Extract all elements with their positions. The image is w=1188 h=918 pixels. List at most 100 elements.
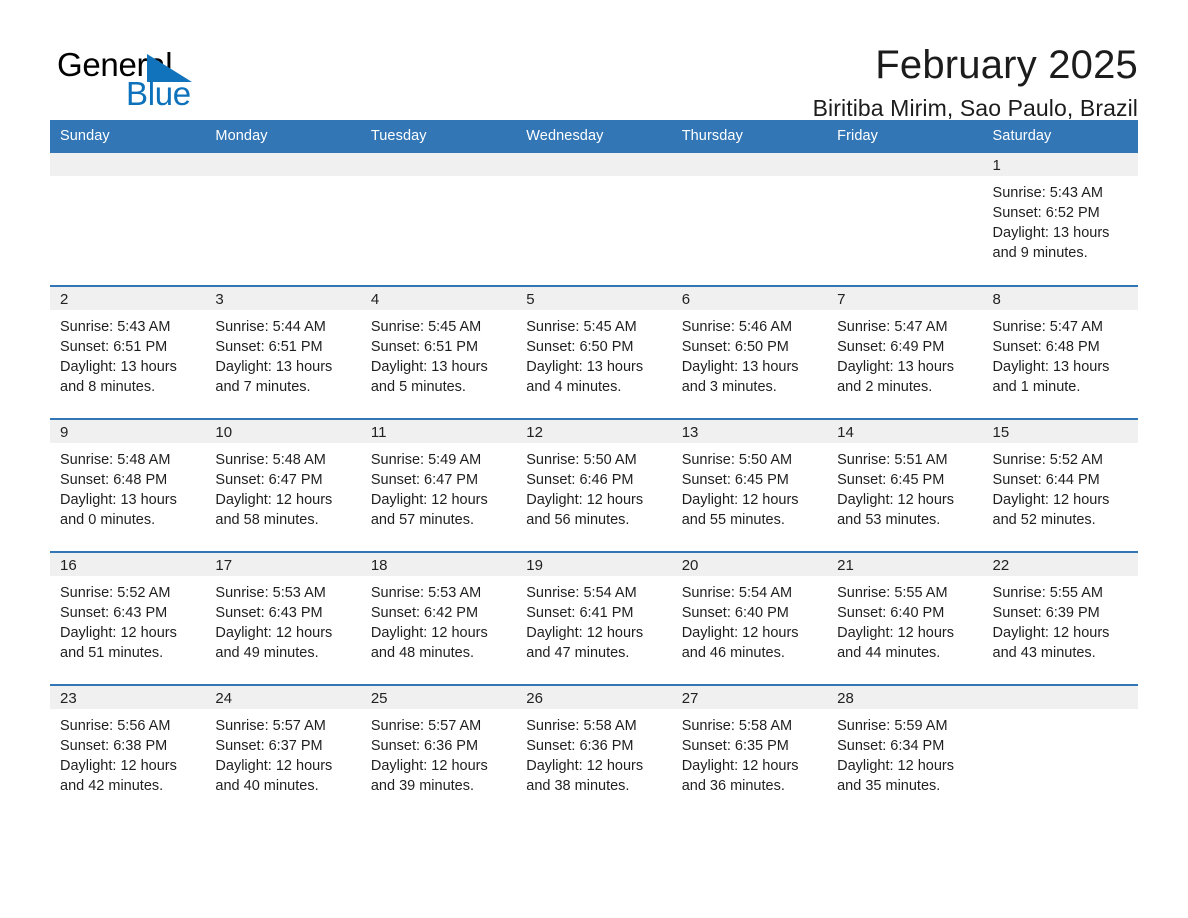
sunrise-text: Sunrise: 5:49 AM xyxy=(370,452,482,468)
day-details: Sunrise: 5:50 AM Sunset: 6:45 PM Daylight:… xyxy=(672,443,827,530)
sunrise-text: Sunrise: 5:52 AM xyxy=(992,452,1103,468)
daylight-text: Daylight: 12 hours and 56 minutes. xyxy=(526,492,644,528)
calendar-day-cell[interactable]: 14 Sunrise: 5:51 AM Sunset: 6:45 PM Dayligh… xyxy=(827,418,983,552)
calendar-day-cell[interactable]: 28 Sunrise: 5:59 AM Sunset: 6:34 PM Dayligh… xyxy=(827,684,983,818)
calendar-day-cell[interactable]: 24 Sunrise: 5:57 AM Sunset: 6:37 PM Dayligh… xyxy=(205,684,361,818)
calendar-day-cell-empty xyxy=(205,153,361,286)
calendar-day-cell[interactable]: 8 Sunrise: 5:47 AM Sunset: 6:48 PM Daylight… xyxy=(982,285,1138,419)
calendar-day-cell-empty xyxy=(516,153,672,286)
sunset-text: Sunset: 6:39 PM xyxy=(992,605,1100,621)
day-number xyxy=(671,153,828,176)
calendar-day-cell[interactable]: 4 Sunrise: 5:45 AM Sunset: 6:51 PM Daylight… xyxy=(360,285,517,419)
calendar-day-cell[interactable]: 1 Sunrise: 5:43 AM Sunset: 6:52 PM Daylight… xyxy=(982,153,1138,286)
calendar-day-cell[interactable]: 5 Sunrise: 5:45 AM Sunset: 6:50 PM Daylight… xyxy=(516,285,672,419)
calendar-day-cell[interactable]: 21 Sunrise: 5:55 AM Sunset: 6:40 PM Dayligh… xyxy=(827,551,983,685)
sunrise-text: Sunrise: 5:43 AM xyxy=(992,185,1103,201)
day-number: 7 xyxy=(827,287,983,310)
day-details: Sunrise: 5:49 AM Sunset: 6:47 PM Daylight:… xyxy=(361,443,516,530)
calendar-body: 1 Sunrise: 5:43 AM Sunset: 6:52 PM Daylight… xyxy=(50,153,1138,818)
general-blue-logo[interactable]: General Blue xyxy=(50,44,250,120)
sunset-text: Sunset: 6:52 PM xyxy=(992,205,1100,221)
day-number: 4 xyxy=(360,287,517,310)
sunrise-text: Sunrise: 5:54 AM xyxy=(681,585,793,601)
day-details: Sunrise: 5:54 AM Sunset: 6:40 PM Daylight:… xyxy=(672,576,827,663)
page-title: February 2025 xyxy=(875,43,1138,87)
daylight-text: Daylight: 12 hours and 35 minutes. xyxy=(837,758,954,794)
sunset-text: Sunset: 6:45 PM xyxy=(681,472,789,488)
daylight-text: Daylight: 12 hours and 53 minutes. xyxy=(837,492,954,528)
sunrise-text: Sunrise: 5:53 AM xyxy=(215,585,326,601)
calendar-day-cell[interactable]: 27 Sunrise: 5:58 AM Sunset: 6:35 PM Dayligh… xyxy=(671,684,828,818)
calendar-day-cell[interactable]: 7 Sunrise: 5:47 AM Sunset: 6:49 PM Daylight… xyxy=(827,285,983,419)
sunset-text: Sunset: 6:36 PM xyxy=(370,738,479,754)
day-number: 3 xyxy=(205,287,361,310)
day-details: Sunrise: 5:45 AM Sunset: 6:51 PM Daylight:… xyxy=(361,310,516,397)
weekday-header-thursday: Thursday xyxy=(671,120,828,153)
daylight-text: Daylight: 12 hours and 49 minutes. xyxy=(215,625,333,661)
day-number xyxy=(827,153,983,176)
sunrise-text: Sunrise: 5:48 AM xyxy=(215,452,326,468)
sunset-text: Sunset: 6:48 PM xyxy=(992,339,1100,355)
sunset-text: Sunset: 6:44 PM xyxy=(992,472,1100,488)
sunset-text: Sunset: 6:40 PM xyxy=(681,605,789,621)
sunset-text: Sunset: 6:36 PM xyxy=(526,738,634,754)
calendar-day-cell[interactable]: 26 Sunrise: 5:58 AM Sunset: 6:36 PM Dayligh… xyxy=(516,684,672,818)
day-number xyxy=(360,153,517,176)
calendar-day-cell[interactable]: 15 Sunrise: 5:52 AM Sunset: 6:44 PM Dayligh… xyxy=(982,418,1138,552)
calendar-day-cell[interactable]: 17 Sunrise: 5:53 AM Sunset: 6:43 PM Dayligh… xyxy=(205,551,361,685)
calendar-day-cell[interactable]: 9 Sunrise: 5:48 AM Sunset: 6:48 PM Daylight… xyxy=(50,418,206,552)
sunrise-text: Sunrise: 5:51 AM xyxy=(837,452,948,468)
calendar-day-cell[interactable]: 13 Sunrise: 5:50 AM Sunset: 6:45 PM Dayligh… xyxy=(671,418,828,552)
sunrise-text: Sunrise: 5:43 AM xyxy=(60,319,171,335)
day-details: Sunrise: 5:52 AM Sunset: 6:43 PM Daylight:… xyxy=(50,576,205,663)
calendar-day-cell[interactable]: 6 Sunrise: 5:46 AM Sunset: 6:50 PM Daylight… xyxy=(671,285,828,419)
day-number: 11 xyxy=(360,420,517,443)
calendar-day-cell[interactable]: 20 Sunrise: 5:54 AM Sunset: 6:40 PM Dayligh… xyxy=(671,551,828,685)
sunset-text: Sunset: 6:45 PM xyxy=(837,472,945,488)
page-header: General Blue February 2025 Biritiba Miri… xyxy=(50,0,1138,121)
day-details: Sunrise: 5:43 AM Sunset: 6:51 PM Daylight:… xyxy=(50,310,205,397)
calendar-day-cell[interactable]: 10 Sunrise: 5:48 AM Sunset: 6:47 PM Dayligh… xyxy=(205,418,361,552)
weekday-header-wednesday: Wednesday xyxy=(516,120,672,153)
day-number: 25 xyxy=(360,686,517,709)
calendar-day-cell[interactable]: 3 Sunrise: 5:44 AM Sunset: 6:51 PM Daylight… xyxy=(205,285,361,419)
sunrise-text: Sunrise: 5:45 AM xyxy=(526,319,637,335)
daylight-text: Daylight: 13 hours and 5 minutes. xyxy=(370,359,488,395)
day-number: 22 xyxy=(982,553,1138,576)
calendar-day-cell[interactable]: 16 Sunrise: 5:52 AM Sunset: 6:43 PM Dayligh… xyxy=(50,551,206,685)
calendar-day-cell[interactable]: 19 Sunrise: 5:54 AM Sunset: 6:41 PM Dayligh… xyxy=(516,551,672,685)
daylight-text: Daylight: 12 hours and 44 minutes. xyxy=(837,625,954,661)
day-details: Sunrise: 5:57 AM Sunset: 6:36 PM Daylight:… xyxy=(361,709,516,796)
day-details: Sunrise: 5:55 AM Sunset: 6:40 PM Daylight:… xyxy=(827,576,982,663)
weekday-header-row: Sunday Monday Tuesday Wednesday Thursday… xyxy=(50,120,1138,153)
calendar-day-cell[interactable]: 25 Sunrise: 5:57 AM Sunset: 6:36 PM Dayligh… xyxy=(360,684,517,818)
calendar-day-cell[interactable]: 11 Sunrise: 5:49 AM Sunset: 6:47 PM Dayligh… xyxy=(360,418,517,552)
calendar-day-cell[interactable]: 22 Sunrise: 5:55 AM Sunset: 6:39 PM Dayligh… xyxy=(982,551,1138,685)
daylight-text: Daylight: 13 hours and 7 minutes. xyxy=(215,359,333,395)
calendar-day-cell[interactable]: 18 Sunrise: 5:53 AM Sunset: 6:42 PM Dayligh… xyxy=(360,551,517,685)
day-number: 5 xyxy=(516,287,672,310)
sunrise-text: Sunrise: 5:58 AM xyxy=(681,718,793,734)
day-number: 24 xyxy=(205,686,361,709)
calendar-day-cell[interactable]: 23 Sunrise: 5:56 AM Sunset: 6:38 PM Dayligh… xyxy=(50,684,206,818)
sunrise-text: Sunrise: 5:48 AM xyxy=(60,452,171,468)
day-number xyxy=(205,153,361,176)
day-number: 9 xyxy=(50,420,206,443)
day-number: 1 xyxy=(982,153,1138,176)
sunrise-text: Sunrise: 5:47 AM xyxy=(837,319,948,335)
day-details: Sunrise: 5:44 AM Sunset: 6:51 PM Daylight:… xyxy=(205,310,360,397)
daylight-text: Daylight: 12 hours and 39 minutes. xyxy=(370,758,488,794)
calendar-week-row: 9 Sunrise: 5:48 AM Sunset: 6:48 PM Daylight… xyxy=(50,418,1138,552)
calendar-day-cell-empty xyxy=(671,153,828,286)
day-details: Sunrise: 5:48 AM Sunset: 6:48 PM Daylight:… xyxy=(50,443,205,530)
day-details: Sunrise: 5:47 AM Sunset: 6:48 PM Daylight:… xyxy=(983,310,1138,397)
sunrise-text: Sunrise: 5:46 AM xyxy=(681,319,793,335)
calendar-week-row: 1 Sunrise: 5:43 AM Sunset: 6:52 PM Daylight… xyxy=(50,153,1138,286)
day-details: Sunrise: 5:50 AM Sunset: 6:46 PM Daylight:… xyxy=(516,443,671,530)
calendar-day-cell[interactable]: 2 Sunrise: 5:43 AM Sunset: 6:51 PM Daylight… xyxy=(50,285,206,419)
calendar-day-cell[interactable]: 12 Sunrise: 5:50 AM Sunset: 6:46 PM Dayligh… xyxy=(516,418,672,552)
daylight-text: Daylight: 12 hours and 51 minutes. xyxy=(60,625,177,661)
sunrise-text: Sunrise: 5:57 AM xyxy=(215,718,326,734)
day-number: 21 xyxy=(827,553,983,576)
daylight-text: Daylight: 13 hours and 3 minutes. xyxy=(681,359,799,395)
